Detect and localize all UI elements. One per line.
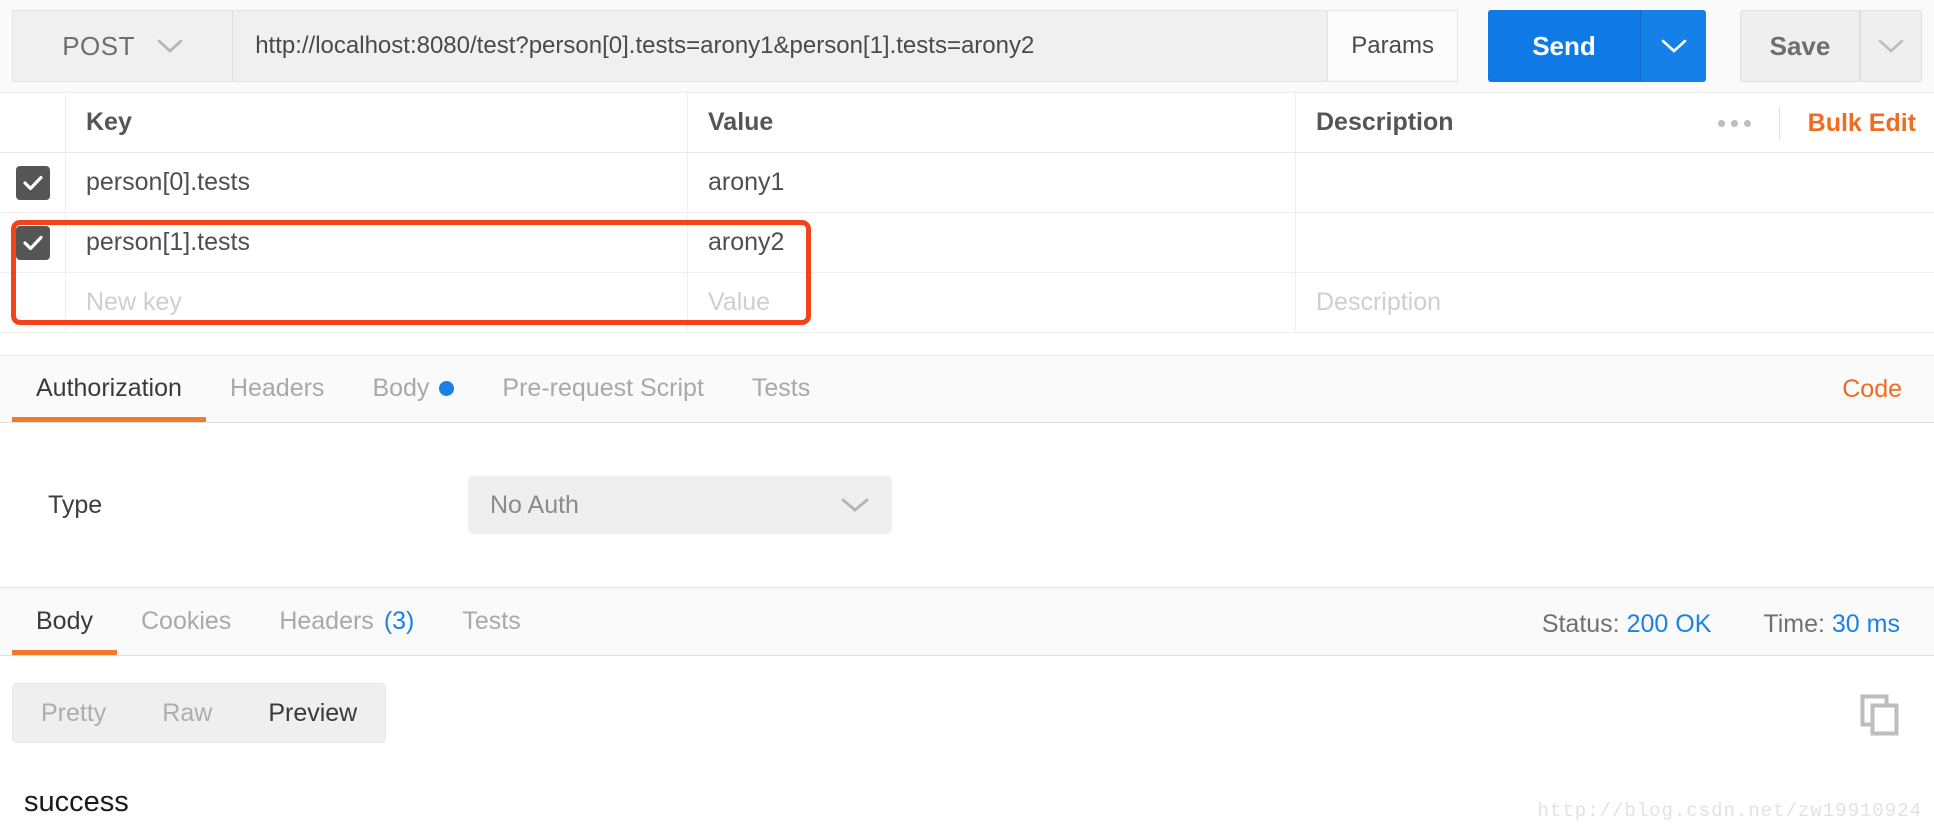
response-tab-body[interactable]: Body: [12, 588, 117, 655]
status-value: 200 OK: [1626, 610, 1712, 638]
table-row[interactable]: person[0].tests arony1: [0, 153, 1934, 213]
params-table-body: Key Value Description Bulk Edit person[0…: [0, 93, 1934, 333]
params-button[interactable]: Params: [1328, 10, 1458, 82]
send-button[interactable]: Send: [1488, 10, 1640, 82]
response-body-panel: Pretty Raw Preview success http://blog.c…: [0, 656, 1934, 840]
params-header-actions: Bulk Edit: [1690, 93, 1916, 153]
row-checkbox-cell[interactable]: [0, 213, 66, 272]
row-description[interactable]: [1296, 213, 1934, 272]
response-tab-tests[interactable]: Tests: [438, 588, 544, 655]
new-row-checkbox-cell: [0, 273, 66, 332]
table-row[interactable]: person[1].tests arony2: [0, 213, 1934, 273]
response-headers-count: (3): [383, 607, 415, 635]
http-method-selector[interactable]: POST: [12, 10, 234, 82]
column-header-description-label: Description: [1316, 108, 1454, 136]
row-key[interactable]: person[1].tests: [66, 213, 688, 272]
tab-pre-request-script-label: Pre-request Script: [502, 374, 704, 402]
header-checkbox-cell: [0, 93, 66, 152]
response-view-mode-group: Pretty Raw Preview: [12, 683, 387, 743]
auth-type-selected-value: No Auth: [490, 490, 579, 519]
response-tab-headers-label: Headers: [279, 607, 374, 635]
row-value[interactable]: arony2: [688, 213, 1296, 272]
response-meta: Status: 200 OK Time: 30 ms: [1542, 610, 1900, 639]
row-value[interactable]: arony1: [688, 153, 1296, 212]
new-key-input[interactable]: New key: [66, 273, 688, 332]
auth-type-select[interactable]: No Auth: [468, 476, 892, 534]
tab-tests-label: Tests: [751, 374, 811, 402]
new-param-row[interactable]: New key Value Description: [0, 273, 1934, 333]
response-tab-cookies-label: Cookies: [140, 607, 232, 635]
new-value-input[interactable]: Value: [688, 273, 1296, 332]
time-label: Time:: [1763, 610, 1825, 638]
response-tab-cookies[interactable]: Cookies: [117, 588, 255, 655]
bulk-edit-button[interactable]: Bulk Edit: [1780, 109, 1916, 138]
tab-body-label: Body: [372, 374, 430, 402]
url-text: http://localhost:8080/test?person[0].tes…: [255, 32, 1035, 59]
request-url-bar: POST http://localhost:8080/test?person[0…: [0, 0, 1934, 92]
chevron-down-icon: [1661, 38, 1687, 54]
row-description[interactable]: [1296, 153, 1934, 212]
column-header-key: Key: [66, 93, 688, 152]
response-tab-headers[interactable]: Headers (3): [255, 588, 438, 655]
params-table-header-row: Key Value Description Bulk Edit: [0, 93, 1934, 153]
save-options-button[interactable]: [1860, 10, 1922, 82]
view-mode-raw[interactable]: Raw: [134, 684, 240, 742]
time-badge: Time: 30 ms: [1763, 610, 1900, 639]
query-params-table: Key Value Description Bulk Edit person[0…: [0, 92, 1934, 355]
chevron-down-icon: [157, 38, 183, 54]
column-header-description: Description Bulk Edit: [1296, 93, 1934, 152]
view-mode-preview[interactable]: Preview: [240, 684, 385, 742]
send-options-button[interactable]: [1640, 10, 1706, 82]
checkbox-checked-icon[interactable]: [15, 165, 50, 200]
tab-headers[interactable]: Headers: [206, 355, 349, 422]
copy-icon[interactable]: [1860, 694, 1900, 741]
response-tab-tests-label: Tests: [462, 607, 521, 635]
status-badge: Status: 200 OK: [1542, 610, 1712, 639]
url-input[interactable]: http://localhost:8080/test?person[0].tes…: [233, 10, 1329, 82]
request-tabs: Authorization Headers Body Pre-request S…: [0, 355, 1934, 423]
tab-authorization[interactable]: Authorization: [12, 355, 206, 422]
checkbox-checked-icon[interactable]: [15, 225, 50, 260]
response-tab-body-label: Body: [36, 607, 93, 635]
row-key[interactable]: person[0].tests: [66, 153, 688, 212]
save-button[interactable]: Save: [1740, 10, 1860, 82]
tab-authorization-label: Authorization: [36, 374, 182, 402]
watermark: http://blog.csdn.net/zw19910924: [1537, 800, 1922, 822]
chevron-down-icon: [1878, 38, 1904, 54]
code-link[interactable]: Code: [1842, 375, 1902, 404]
tab-pre-request-script[interactable]: Pre-request Script: [478, 355, 727, 422]
response-tabs: Body Cookies Headers (3) Tests Status: 2…: [0, 588, 1934, 656]
column-header-value: Value: [688, 93, 1296, 152]
status-label: Status:: [1541, 610, 1620, 638]
row-checkbox-cell[interactable]: [0, 153, 66, 212]
ellipsis-icon[interactable]: [1690, 106, 1780, 140]
auth-type-label: Type: [48, 490, 103, 519]
tab-body[interactable]: Body: [348, 355, 478, 422]
time-value: 30 ms: [1831, 610, 1900, 638]
http-method-label: POST: [62, 30, 135, 61]
authorization-panel: Type No Auth: [0, 423, 1934, 588]
body-modified-dot-icon: [439, 381, 455, 396]
chevron-down-icon: [840, 496, 870, 514]
tab-tests[interactable]: Tests: [728, 355, 834, 422]
save-button-group: Save: [1740, 10, 1922, 82]
response-content: success: [24, 786, 129, 818]
send-button-group: Send: [1488, 10, 1706, 82]
tab-headers-label: Headers: [229, 374, 325, 402]
view-mode-pretty[interactable]: Pretty: [13, 684, 134, 742]
new-description-input[interactable]: Description: [1296, 273, 1934, 332]
